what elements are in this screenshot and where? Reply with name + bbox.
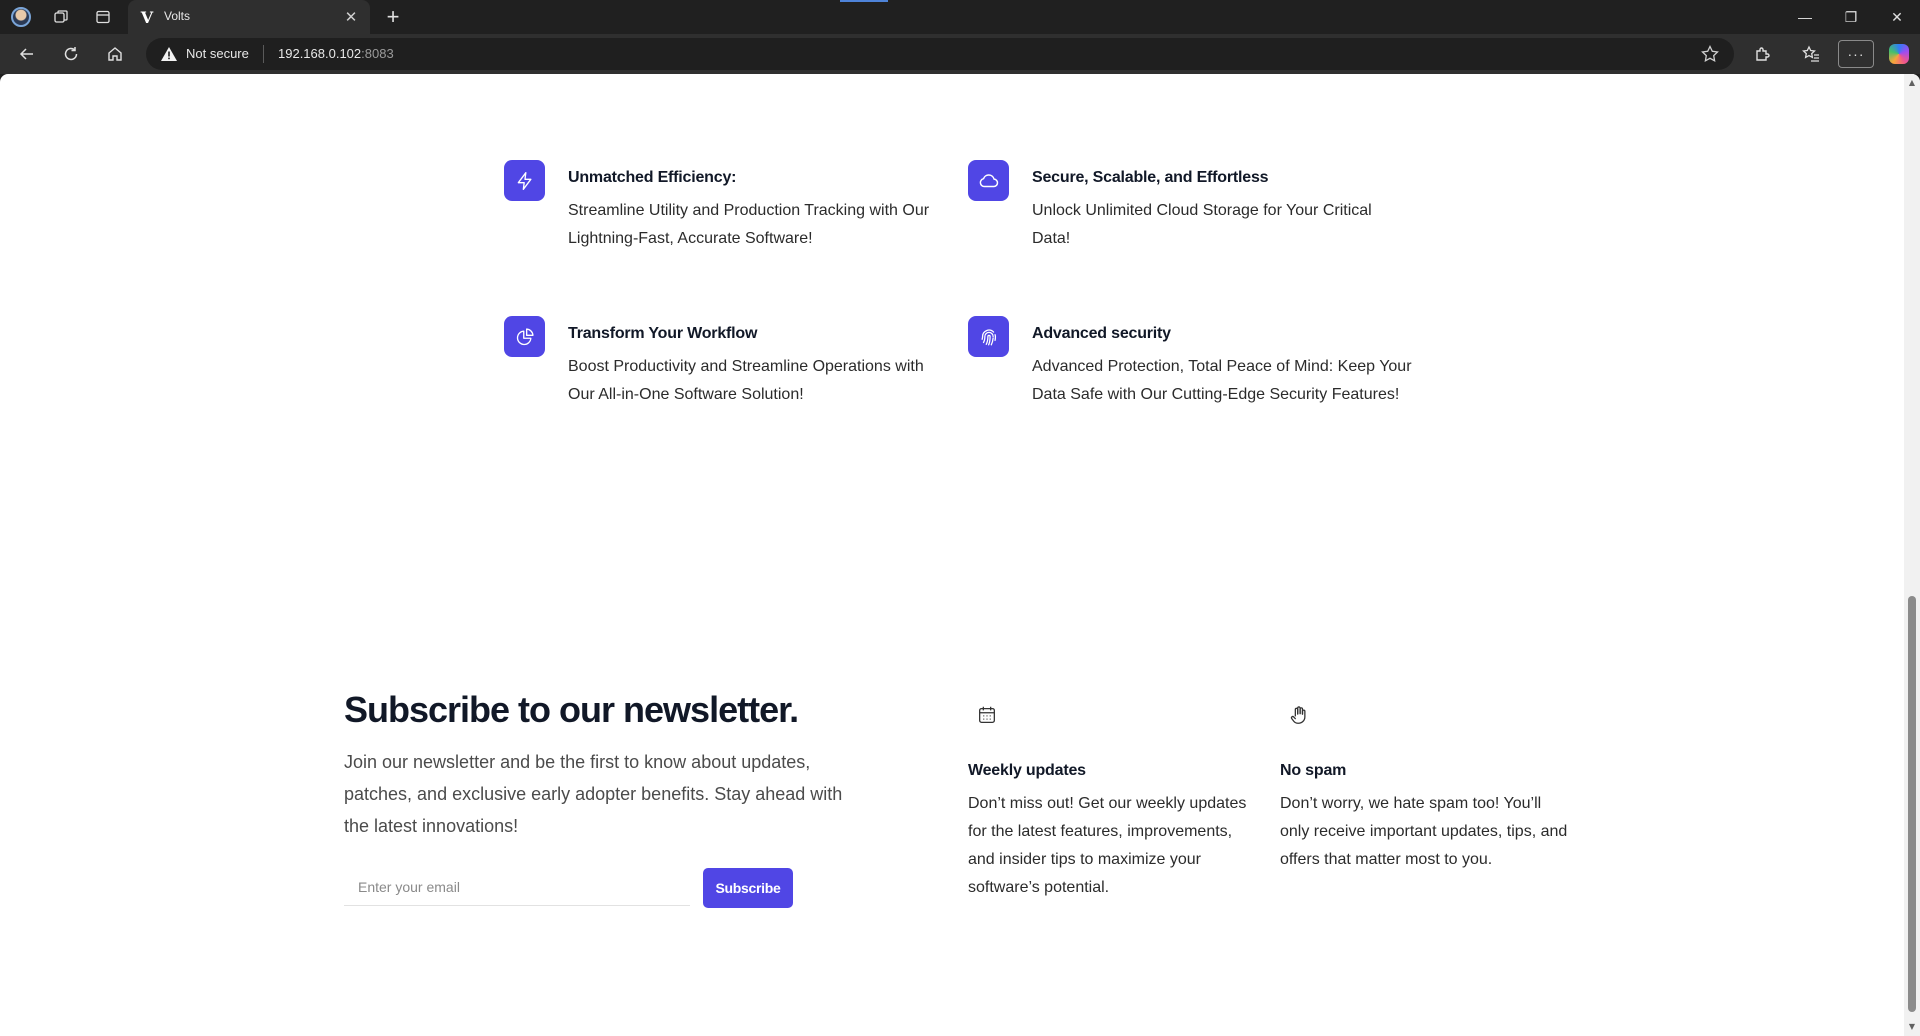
- feature-title: Secure, Scalable, and Effortless: [1032, 169, 1269, 186]
- back-arrow-icon[interactable]: [12, 40, 42, 68]
- scrollbar-thumb[interactable]: [1908, 596, 1916, 1012]
- tab-close-icon[interactable]: ✕: [340, 6, 362, 28]
- feature-description: Unlock Unlimited Cloud Storage for Your …: [1032, 202, 1372, 247]
- newsletter-description: Join our newsletter and be the first to …: [344, 752, 843, 836]
- fingerprint-icon: [968, 316, 1009, 357]
- tab-title: Volts: [164, 9, 191, 23]
- email-input[interactable]: [344, 868, 690, 906]
- favorite-star-icon[interactable]: [1700, 44, 1720, 64]
- home-icon[interactable]: [100, 40, 130, 68]
- point-description: Don’t miss out! Get our weekly updates f…: [968, 795, 1247, 896]
- security-status-label[interactable]: Not secure: [186, 46, 249, 61]
- url-text[interactable]: 192.168.0.102:8083: [278, 46, 394, 61]
- warning-triangle-icon[interactable]: [160, 46, 178, 62]
- url-host: 192.168.0.102: [278, 46, 362, 61]
- hand-icon: [1288, 704, 1310, 726]
- workspaces-icon[interactable]: [48, 4, 74, 30]
- tab-actions-icon[interactable]: [90, 4, 116, 30]
- scroll-up-arrow-icon[interactable]: ▲: [1907, 78, 1917, 88]
- address-bar[interactable]: Not secure 192.168.0.102:8083: [146, 38, 1734, 70]
- page-scrollbar[interactable]: ▲ ▼: [1904, 74, 1920, 1036]
- pie-chart-icon: [504, 316, 545, 357]
- scroll-down-arrow-icon[interactable]: ▼: [1907, 1022, 1917, 1032]
- address-separator: [263, 45, 264, 63]
- newsletter-heading: Subscribe to our newsletter.: [344, 689, 799, 730]
- lightning-icon: [504, 160, 545, 201]
- window-close-button[interactable]: ✕: [1874, 0, 1920, 34]
- extensions-puzzle-icon[interactable]: [1748, 40, 1778, 68]
- point-title: No spam: [1280, 762, 1347, 779]
- point-title: Weekly updates: [968, 762, 1086, 779]
- more-options-button[interactable]: ···: [1838, 40, 1874, 68]
- point-description: Don’t worry, we hate spam too! You’ll on…: [1280, 795, 1568, 868]
- browser-titlebar: V Volts ✕ + — ❐ ✕: [0, 0, 1920, 34]
- profile-avatar-icon[interactable]: [8, 4, 34, 30]
- reload-icon[interactable]: [56, 40, 86, 68]
- feature-title: Advanced security: [1032, 325, 1171, 342]
- favorites-list-icon[interactable]: [1796, 40, 1826, 68]
- copilot-icon[interactable]: [1884, 40, 1914, 68]
- feature-title: Transform Your Workflow: [568, 325, 758, 342]
- cloud-icon: [968, 160, 1009, 201]
- browser-tab-active[interactable]: V Volts ✕: [128, 0, 370, 34]
- url-port: :8083: [361, 46, 394, 61]
- window-restore-button[interactable]: ❐: [1828, 0, 1874, 34]
- browser-toolbar: Not secure 192.168.0.102:8083 ···: [0, 34, 1920, 74]
- window-minimize-button[interactable]: —: [1782, 0, 1828, 34]
- new-tab-button[interactable]: +: [380, 4, 406, 30]
- titlebar-accent-line: [840, 0, 888, 2]
- subscribe-button[interactable]: Subscribe: [703, 868, 793, 908]
- feature-title: Unmatched Efficiency:: [568, 169, 737, 186]
- page-viewport: Unmatched Efficiency: Streamline Utility…: [0, 74, 1920, 1036]
- feature-description: Boost Productivity and Streamline Operat…: [568, 358, 924, 403]
- feature-description: Streamline Utility and Production Tracki…: [568, 202, 930, 247]
- calendar-icon: [976, 704, 998, 726]
- feature-description: Advanced Protection, Total Peace of Mind…: [1032, 358, 1412, 403]
- volts-favicon-icon: V: [140, 7, 154, 27]
